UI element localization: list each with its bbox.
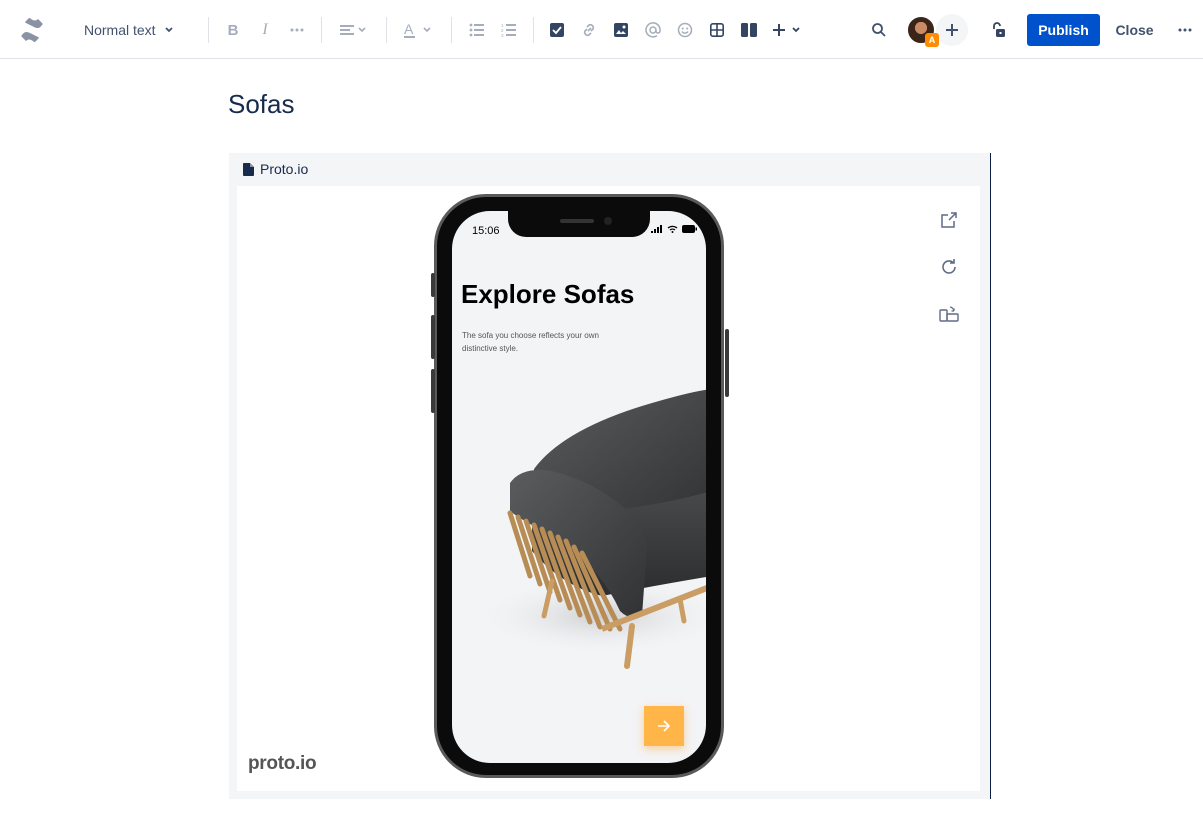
proto-io-logo: proto.io — [248, 753, 317, 774]
arrow-right-icon — [658, 720, 671, 732]
page-title[interactable]: Sofas — [228, 89, 295, 120]
proto-io-embed[interactable]: Proto.io 15:06 Explore Sofas The sofa yo… — [229, 153, 991, 799]
text-style-label: Normal text — [84, 22, 156, 38]
link-icon[interactable] — [577, 18, 601, 42]
next-button[interactable] — [644, 706, 684, 746]
prototype-frame[interactable]: 15:06 Explore Sofas The sofa you choose … — [237, 186, 980, 791]
sofa-image — [472, 389, 706, 669]
italic-icon[interactable]: I — [253, 18, 277, 42]
rotate-device-icon[interactable] — [937, 302, 961, 326]
battery-icon — [682, 225, 697, 233]
confluence-logo-icon[interactable] — [18, 16, 46, 44]
status-icons — [651, 225, 697, 233]
open-external-icon[interactable] — [937, 208, 961, 232]
emoji-icon[interactable] — [673, 18, 697, 42]
publish-button[interactable]: Publish — [1027, 14, 1100, 46]
text-style-dropdown[interactable]: Normal text — [76, 15, 182, 45]
reload-icon[interactable] — [937, 255, 961, 279]
close-button[interactable]: Close — [1108, 14, 1161, 46]
layouts-icon[interactable] — [737, 18, 761, 42]
restrictions-icon[interactable] — [986, 18, 1010, 42]
wifi-icon — [667, 225, 678, 233]
signal-icon — [651, 225, 662, 233]
file-icon — [243, 162, 254, 176]
bold-icon[interactable]: B — [221, 18, 245, 42]
task-icon[interactable] — [545, 18, 569, 42]
text-color-icon[interactable]: A — [401, 18, 435, 42]
insert-icon[interactable] — [770, 18, 804, 42]
status-time: 15:06 — [472, 225, 500, 237]
embed-header: Proto.io — [243, 160, 308, 178]
svg-text:3: 3 — [501, 33, 504, 37]
phone-mockup: 15:06 Explore Sofas The sofa you choose … — [431, 194, 729, 778]
prototype-title: Explore Sofas — [461, 279, 635, 309]
prototype-screen[interactable]: 15:06 Explore Sofas The sofa you choose … — [452, 211, 706, 763]
prototype-subtitle: The sofa you choose reflects your own di… — [462, 331, 599, 353]
phone-notch — [508, 211, 650, 237]
table-icon[interactable] — [705, 18, 729, 42]
more-icon[interactable] — [1173, 18, 1197, 42]
mention-icon[interactable] — [641, 18, 665, 42]
align-icon[interactable] — [336, 18, 370, 42]
bullet-list-icon[interactable] — [465, 18, 489, 42]
add-collaborator-icon[interactable] — [936, 14, 968, 46]
more-formatting-icon[interactable] — [285, 18, 309, 42]
numbered-list-icon[interactable]: 123 — [497, 18, 521, 42]
editor-toolbar: Normal text B I A 123 A Publish Close — [0, 0, 1203, 59]
image-icon[interactable] — [609, 18, 633, 42]
chevron-down-icon — [164, 25, 174, 35]
search-icon[interactable] — [867, 18, 891, 42]
avatar-badge: A — [925, 33, 939, 47]
svg-text:A: A — [404, 21, 414, 37]
embed-source-label: Proto.io — [260, 161, 309, 177]
